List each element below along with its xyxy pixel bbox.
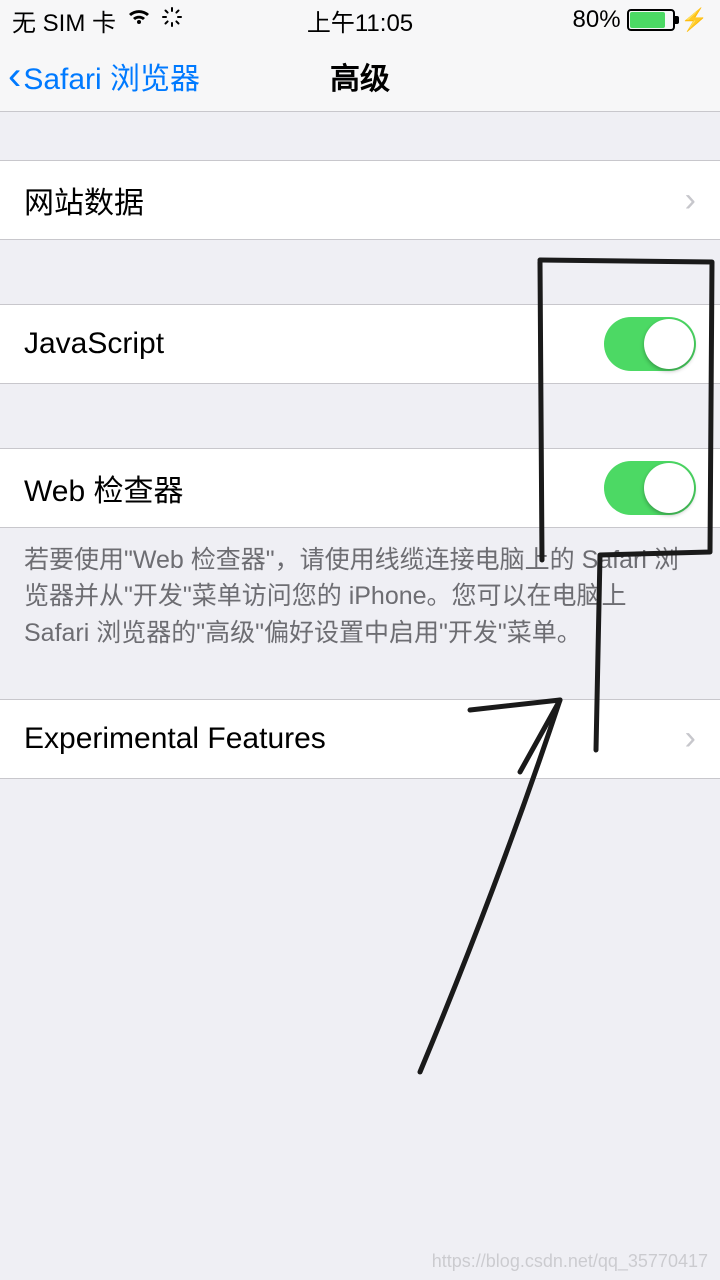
website-data-label: 网站数据	[24, 178, 144, 222]
status-right: 80% ⚡	[573, 6, 708, 34]
status-left: 无 SIM 卡	[12, 3, 182, 38]
web-inspector-row[interactable]: Web 检查器	[0, 448, 720, 528]
carrier-text: 无 SIM 卡	[12, 3, 116, 38]
chevron-right-icon: ›	[685, 719, 696, 758]
watermark: https://blog.csdn.net/qq_35770417	[432, 1251, 708, 1272]
charging-icon: ⚡	[681, 7, 708, 33]
chevron-right-icon: ›	[685, 181, 696, 220]
javascript-label: JavaScript	[24, 327, 164, 361]
nav-bar: ‹ Safari 浏览器 高级	[0, 40, 720, 112]
battery-percent: 80%	[573, 6, 621, 34]
javascript-row[interactable]: JavaScript	[0, 304, 720, 384]
settings-list: 网站数据 › JavaScript Web 检查器 若要使用"Web 检查器"，…	[0, 160, 720, 779]
web-inspector-toggle[interactable]	[604, 461, 696, 515]
chevron-left-icon: ‹	[8, 56, 21, 96]
loading-icon	[162, 6, 182, 34]
wifi-icon	[126, 6, 152, 34]
back-button[interactable]: ‹ Safari 浏览器	[8, 54, 200, 98]
status-time: 上午11:05	[307, 3, 413, 38]
status-bar: 无 SIM 卡 上午11:05 80% ⚡	[0, 0, 720, 40]
website-data-row[interactable]: 网站数据 ›	[0, 160, 720, 240]
javascript-toggle[interactable]	[604, 317, 696, 371]
experimental-label: Experimental Features	[24, 722, 326, 756]
experimental-features-row[interactable]: Experimental Features ›	[0, 699, 720, 779]
page-title: 高级	[330, 54, 390, 98]
web-inspector-help-text: 若要使用"Web 检查器"，请使用线缆连接电脑上的 Safari 浏览器并从"开…	[0, 528, 720, 651]
web-inspector-label: Web 检查器	[24, 466, 183, 510]
battery-icon	[627, 9, 675, 31]
back-label: Safari 浏览器	[23, 54, 200, 98]
